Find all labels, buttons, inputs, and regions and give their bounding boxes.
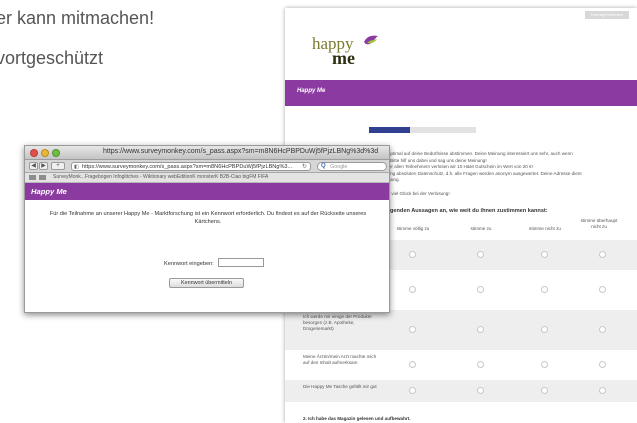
intro-line (385, 184, 635, 191)
matrix-radio-button[interactable] (599, 361, 606, 368)
survey-header-title: Happy Me (297, 88, 326, 94)
logo-text-me: me (332, 48, 355, 68)
matrix-radio-button[interactable] (477, 286, 484, 293)
matrix-column-header: stimme überhaupt nicht zu (580, 218, 618, 229)
matrix-radio-button[interactable] (477, 251, 484, 258)
matrix-radio-button[interactable] (599, 387, 606, 394)
matrix-radio-button[interactable] (409, 326, 416, 333)
progress-bar (369, 127, 476, 133)
exit-survey-button[interactable]: Umfrage beenden (585, 11, 629, 19)
browser-window: https://www.surveymonkey.com/s_pass.aspx… (24, 145, 390, 313)
survey-header-bar: Happy Me (285, 80, 637, 106)
google-search-icon: Q (321, 163, 326, 169)
slide-caption-line-1: er kann mitmachen! (0, 8, 155, 28)
page-header-bar: Happy Me (25, 183, 389, 200)
intro-line: nter allen Teilnehmern verlosen wir 10 H… (385, 164, 533, 170)
matrix-row: Die Happy Me Tasche gefällt mir gut (285, 380, 637, 402)
happy-me-logo: happy me (312, 32, 392, 72)
slide-caption-line-2: vortgeschützt (0, 48, 104, 68)
zoom-window-button[interactable] (52, 149, 60, 157)
matrix-row-label: Meine Ärztin/mein Arzt machte mich auf d… (303, 354, 377, 366)
bookmarks-items[interactable]: SurveyMonk...Fragebogen Infoglitches - W… (53, 174, 268, 180)
matrix-radio-button[interactable] (409, 251, 416, 258)
password-form: Für die Teilnahme an unserer Happy Me - … (25, 200, 389, 312)
browser-toolbar: ◀ ▶ + ◧ https://www.surveymonkey.com/s_p… (25, 160, 389, 173)
password-instructions: Für die Teilnahme an unserer Happy Me - … (49, 211, 367, 225)
address-bar-url: https://www.surveymonkey.com/s_pass.aspx… (82, 164, 293, 170)
minimize-window-button[interactable] (41, 149, 49, 157)
address-bar[interactable]: ◧ https://www.surveymonkey.com/s_pass.as… (71, 162, 311, 171)
window-title: https://www.surveymonkey.com/s_pass.aspx… (103, 148, 379, 155)
slide-caption: er kann mitmachen! vortgeschützt (0, 0, 280, 120)
question-2-title: 2. Ich habe das Magazin gelesen und aufb… (303, 416, 411, 421)
bookmarks-bar: SurveyMonk...Fragebogen Infoglitches - W… (25, 173, 389, 183)
bird-icon (364, 35, 378, 45)
site-icon: ◧ (74, 164, 79, 170)
matrix-radio-button[interactable] (599, 286, 606, 293)
matrix-column-header: stimme nicht zu (529, 226, 561, 231)
bookmarks-grid-icon[interactable] (39, 175, 46, 180)
matrix-row: Meine Ärztin/mein Arzt machte mich auf d… (285, 350, 637, 380)
page-header-title: Happy Me (31, 187, 67, 196)
matrix-radio-button[interactable] (409, 387, 416, 394)
progress-fill (369, 127, 410, 133)
submit-password-button[interactable]: Kennwort übermitteln (169, 278, 244, 288)
reload-icon[interactable]: ↻ (302, 163, 307, 170)
matrix-row-label: Ich werde mir einige der Produkte besorg… (303, 314, 372, 332)
back-button[interactable]: ◀ (29, 162, 38, 170)
intro-line: gung absoluten Datenschutz, d.h. alle Fr… (385, 170, 582, 176)
matrix-radio-button[interactable] (477, 361, 484, 368)
matrix-radio-button[interactable] (541, 361, 548, 368)
matrix-radio-button[interactable] (599, 251, 606, 258)
matrix-radio-button[interactable] (599, 326, 606, 333)
intro-line: r optimal auf deine Bedürfnisse abstimme… (385, 151, 573, 156)
matrix-radio-button[interactable] (477, 326, 484, 333)
matrix-radio-button[interactable] (541, 326, 548, 333)
matrix-radio-button[interactable] (477, 387, 484, 394)
matrix-row: Ich werde mir einige der Produkte besorg… (285, 310, 637, 350)
show-all-bookmarks-icon[interactable] (29, 175, 36, 180)
forward-button[interactable]: ▶ (39, 162, 48, 170)
matrix-column-header: stimme zu (470, 226, 492, 231)
question-1-title: olgenden Aussagen an, wie weit du ihnen … (385, 208, 548, 214)
password-label: Kennwort eingeben: (164, 261, 214, 267)
password-input[interactable] (218, 258, 264, 267)
intro-line: n. Bitte hilf uns dabei und sag uns dein… (385, 157, 487, 163)
matrix-radio-button[interactable] (409, 286, 416, 293)
close-window-button[interactable] (30, 149, 38, 157)
matrix-radio-button[interactable] (409, 361, 416, 368)
matrix-radio-button[interactable] (541, 387, 548, 394)
matrix-radio-button[interactable] (541, 251, 548, 258)
window-titlebar[interactable]: https://www.surveymonkey.com/s_pass.aspx… (25, 146, 389, 160)
intro-line: nd viel Glück bei der Verlosung! (385, 190, 450, 196)
add-bookmark-button[interactable]: + (51, 162, 65, 170)
matrix-radio-button[interactable] (541, 286, 548, 293)
matrix-row-label: Die Happy Me Tasche gefällt mir gut (303, 384, 377, 389)
search-placeholder: Google (330, 164, 348, 170)
search-field[interactable]: Q Google (317, 162, 387, 171)
matrix-column-header: stimme völlig zu (396, 226, 430, 231)
survey-intro-text: r optimal auf deine Bedürfnisse abstimme… (385, 151, 635, 197)
intro-line: losung. (385, 177, 400, 183)
